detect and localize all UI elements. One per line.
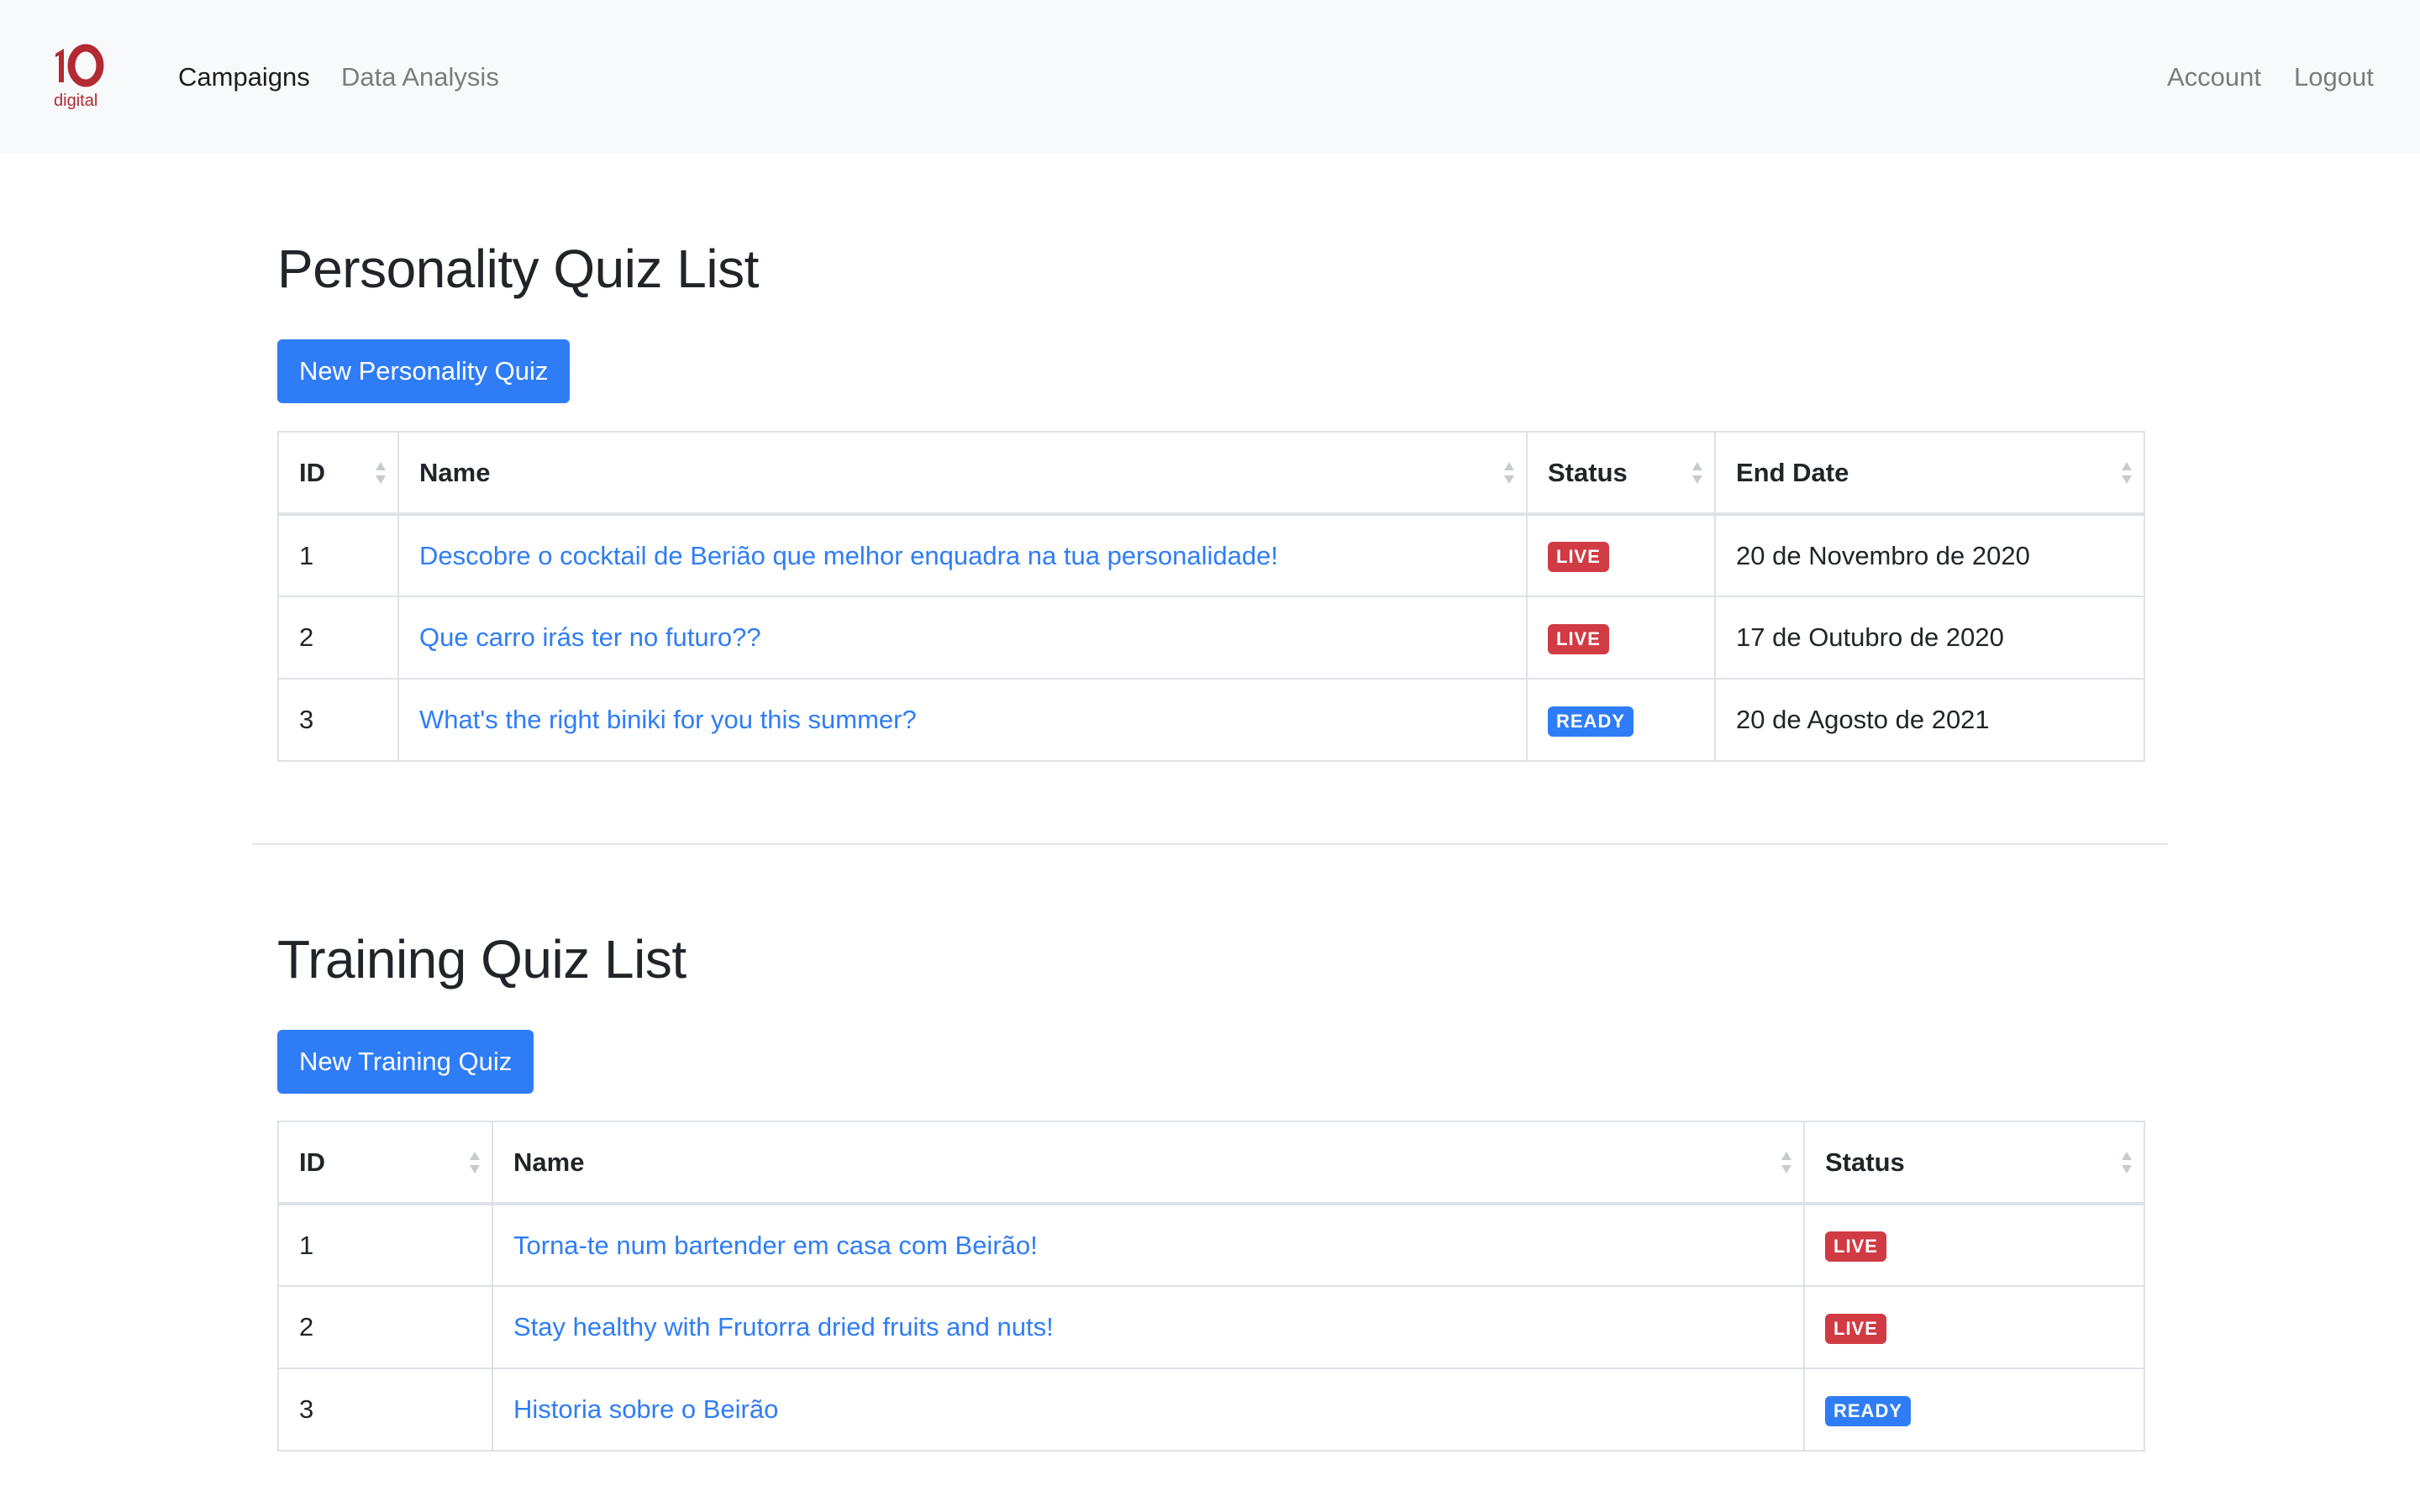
cell-status: LIVE <box>1526 596 1716 680</box>
column-header-id[interactable]: ID <box>277 431 399 516</box>
quiz-name-link[interactable]: What's the right biniki for you this sum… <box>419 705 917 734</box>
status-badge: LIVE <box>1825 1231 1886 1262</box>
cell-status: LIVE <box>1803 1285 2145 1369</box>
column-header-label: End Date <box>1736 457 1849 487</box>
cell-id: 3 <box>277 1368 493 1452</box>
table-row: 2 Que carro irás ter no futuro?? LIVE 17… <box>277 596 2145 680</box>
column-header-status[interactable]: Status <box>1526 431 1716 516</box>
table-row: 1 Descobre o cocktail de Berião que melh… <box>277 513 2145 597</box>
column-header-end-date[interactable]: End Date <box>1714 431 2145 516</box>
cell-name: Que carro irás ter no futuro?? <box>397 596 1528 680</box>
nav-logout-link[interactable]: Logout <box>2294 60 2374 94</box>
cell-status: LIVE <box>1803 1203 2145 1287</box>
nav-data-analysis-link[interactable]: Data Analysis <box>341 60 499 94</box>
sort-arrows-icon[interactable] <box>2120 1150 2133 1175</box>
nav-account-link[interactable]: Account <box>2167 60 2261 94</box>
cell-id: 3 <box>277 678 399 762</box>
table-header-row: ID Name Status End Date <box>277 431 2145 516</box>
cell-id: 1 <box>277 513 399 597</box>
sort-arrows-icon[interactable] <box>1691 460 1704 486</box>
table-row: 2 Stay healthy with Frutorra dried fruit… <box>277 1285 2145 1369</box>
personality-quiz-table: ID Name Status End Date 1 Descobre o coc… <box>277 431 2145 762</box>
column-header-label: ID <box>299 457 325 487</box>
column-header-id[interactable]: ID <box>277 1121 493 1205</box>
column-header-name[interactable]: Name <box>397 431 1528 516</box>
status-badge: READY <box>1825 1395 1912 1426</box>
table-row: 3 What's the right biniki for you this s… <box>277 678 2145 762</box>
status-badge: READY <box>1548 706 1634 737</box>
cell-end-date: 20 de Novembro de 2020 <box>1714 513 2145 597</box>
column-header-label: Status <box>1825 1147 1905 1177</box>
column-header-label: Status <box>1548 457 1628 487</box>
brand-logo-text: digital <box>54 92 97 109</box>
cell-name: Torna-te num bartender em casa com Beirã… <box>492 1203 1805 1287</box>
cell-end-date: 17 de Outubro de 2020 <box>1714 596 2145 680</box>
sort-arrows-icon[interactable] <box>468 1150 481 1175</box>
quiz-name-link[interactable]: Historia sobre o Beirão <box>513 1394 778 1424</box>
column-header-name[interactable]: Name <box>492 1121 1805 1205</box>
training-quiz-title: Training Quiz List <box>277 929 687 990</box>
column-header-status[interactable]: Status <box>1803 1121 2145 1205</box>
top-navbar: digital Campaigns Data Analysis Account … <box>0 0 2420 154</box>
cell-name: Descobre o cocktail de Berião que melhor… <box>397 513 1528 597</box>
quiz-name-link[interactable]: Stay healthy with Frutorra dried fruits … <box>513 1312 1054 1341</box>
column-header-label: Name <box>419 457 491 487</box>
section-divider <box>252 843 2168 845</box>
cell-id: 1 <box>277 1203 493 1287</box>
cell-name: What's the right biniki for you this sum… <box>397 678 1528 762</box>
training-quiz-table: ID Name Status 1 Torna-te num bartender … <box>277 1121 2145 1452</box>
table-row: 3 Historia sobre o Beirão READY <box>277 1368 2145 1452</box>
personality-quiz-title: Personality Quiz List <box>277 239 759 299</box>
new-personality-quiz-button[interactable]: New Personality Quiz <box>277 339 571 403</box>
brand-logo[interactable]: digital <box>52 44 114 109</box>
status-badge: LIVE <box>1548 542 1609 572</box>
cell-id: 2 <box>277 1285 493 1369</box>
cell-status: READY <box>1803 1368 2145 1452</box>
status-badge: LIVE <box>1548 623 1609 654</box>
nav-campaigns-link[interactable]: Campaigns <box>178 60 310 94</box>
new-training-quiz-button[interactable]: New Training Quiz <box>277 1030 534 1094</box>
column-header-label: ID <box>299 1147 325 1177</box>
cell-status: LIVE <box>1526 513 1716 597</box>
cell-id: 2 <box>277 596 399 680</box>
cell-name: Stay healthy with Frutorra dried fruits … <box>492 1285 1805 1369</box>
sort-arrows-icon[interactable] <box>1780 1150 1793 1175</box>
quiz-name-link[interactable]: Torna-te num bartender em casa com Beirã… <box>513 1231 1038 1260</box>
table-header-row: ID Name Status <box>277 1121 2145 1205</box>
quiz-name-link[interactable]: Descobre o cocktail de Berião que melhor… <box>419 541 1278 570</box>
sort-arrows-icon[interactable] <box>374 460 387 486</box>
column-header-label: Name <box>513 1147 585 1177</box>
sort-arrows-icon[interactable] <box>1502 460 1516 486</box>
cell-status: READY <box>1526 678 1716 762</box>
cell-end-date: 20 de Agosto de 2021 <box>1714 678 2145 762</box>
cell-name: Historia sobre o Beirão <box>492 1368 1805 1452</box>
status-badge: LIVE <box>1825 1313 1886 1344</box>
table-row: 1 Torna-te num bartender em casa com Bei… <box>277 1203 2145 1287</box>
sort-arrows-icon[interactable] <box>2120 460 2133 486</box>
quiz-name-link[interactable]: Que carro irás ter no futuro?? <box>419 622 761 652</box>
